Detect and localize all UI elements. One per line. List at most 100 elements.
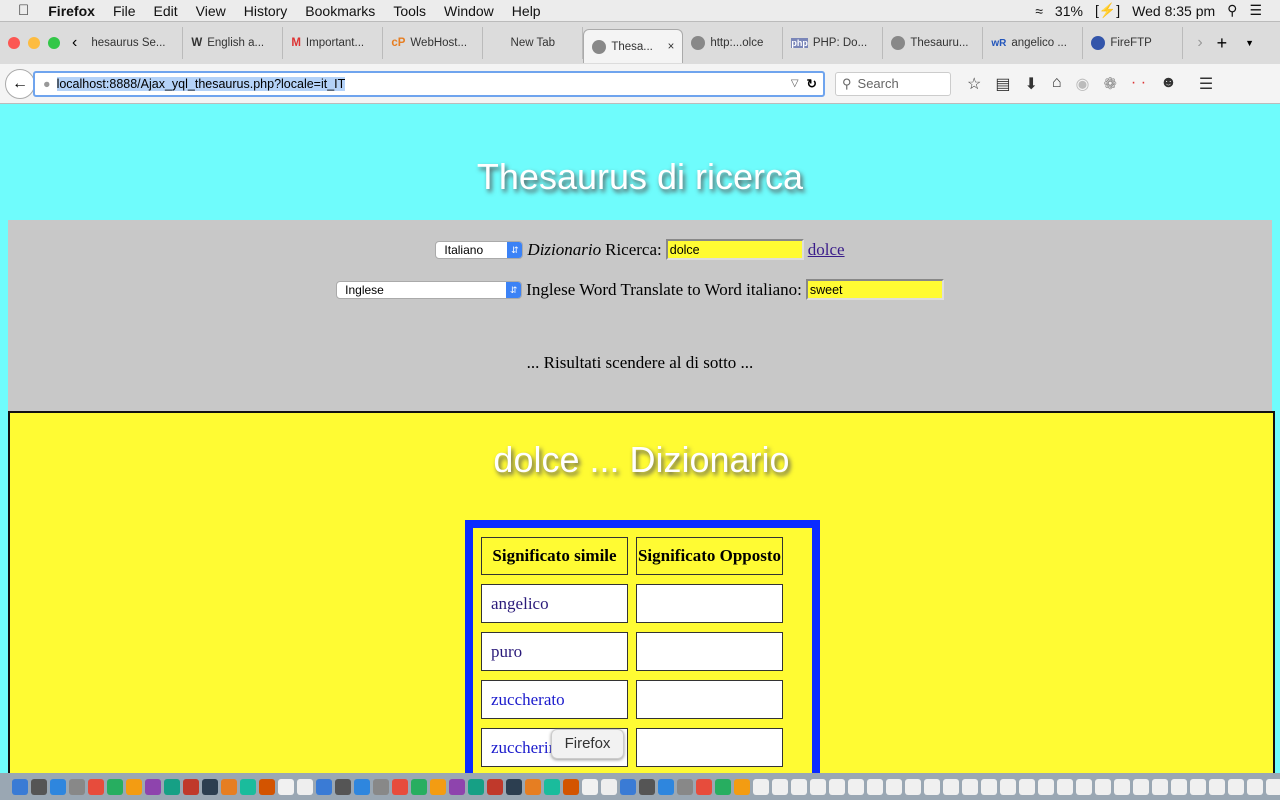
dock-app-icon[interactable] <box>31 778 47 795</box>
dock-app-icon[interactable] <box>829 778 845 795</box>
menu-file[interactable]: File <box>113 3 136 19</box>
menu-bookmarks[interactable]: Bookmarks <box>305 3 375 19</box>
wifi-icon[interactable]: ≈ <box>1035 3 1043 19</box>
dock-app-icon[interactable] <box>1114 778 1130 795</box>
bookmark-star-icon[interactable]: ☆ <box>967 74 981 94</box>
dock-app-icon[interactable] <box>848 778 864 795</box>
similar-cell[interactable]: angelico <box>481 584 628 623</box>
tab[interactable]: http:...olce <box>683 27 784 59</box>
dock-app-icon[interactable] <box>544 778 560 795</box>
dock-app-icon[interactable] <box>753 778 769 795</box>
dock-app-icon[interactable] <box>962 778 978 795</box>
dock-app-icon[interactable] <box>601 778 617 795</box>
url-dropdown-icon[interactable]: ▽ <box>791 78 799 89</box>
dock-app-icon[interactable] <box>620 778 636 795</box>
reload-icon[interactable]: ↻ <box>807 76 817 91</box>
dock-app-icon[interactable] <box>297 778 313 795</box>
dock-app-icon[interactable] <box>107 778 123 795</box>
dock-app-icon[interactable] <box>1038 778 1054 795</box>
dock-app-icon[interactable] <box>50 778 66 795</box>
dock-app-icon[interactable] <box>487 778 503 795</box>
spotlight-icon[interactable]: ⚲ <box>1227 2 1237 19</box>
tab[interactable]: Thesauru... <box>883 27 984 59</box>
dock-app-icon[interactable] <box>886 778 902 795</box>
dock-app-icon[interactable] <box>1000 778 1016 795</box>
dock-app-icon[interactable] <box>1133 778 1149 795</box>
dock-app-icon[interactable] <box>126 778 142 795</box>
dock-app-icon[interactable] <box>12 778 28 795</box>
minimize-window-button[interactable] <box>28 37 40 49</box>
dock-app-icon[interactable] <box>202 778 218 795</box>
back-button[interactable]: ← <box>5 68 35 99</box>
dock-app-icon[interactable] <box>430 778 446 795</box>
addon-icon[interactable]: ◉ <box>1076 74 1090 94</box>
dock-app-icon[interactable] <box>582 778 598 795</box>
tab[interactable]: FireFTP <box>1083 27 1184 59</box>
dock-app-icon[interactable] <box>867 778 883 795</box>
smiley-icon[interactable]: ☻ <box>1160 74 1177 94</box>
close-window-button[interactable] <box>8 37 20 49</box>
clock[interactable]: Wed 8:35 pm <box>1132 3 1215 19</box>
dock-app-icon[interactable] <box>221 778 237 795</box>
dock-app-icon[interactable] <box>905 778 921 795</box>
tab-list-dropdown-icon[interactable]: ▼ <box>1245 38 1254 48</box>
reading-list-icon[interactable]: ▤ <box>995 74 1010 94</box>
dock-app-icon[interactable] <box>677 778 693 795</box>
dock-app-icon[interactable] <box>1209 778 1225 795</box>
dock-app-icon[interactable] <box>392 778 408 795</box>
dock-app-icon[interactable] <box>449 778 465 795</box>
tabs-scroll-right-icon[interactable]: › <box>1197 34 1202 52</box>
new-tab-button[interactable]: + <box>1217 33 1228 54</box>
tab[interactable]: M Important... <box>283 27 384 59</box>
dock-app-icon[interactable] <box>183 778 199 795</box>
dock-app-icon[interactable] <box>69 778 85 795</box>
dock-app-icon[interactable] <box>354 778 370 795</box>
dock-app-icon[interactable] <box>1095 778 1111 795</box>
apple-icon[interactable]:  <box>18 2 29 19</box>
hamburger-menu-icon[interactable]: ☰ <box>1199 74 1213 94</box>
addon-dots-icon[interactable]: · · <box>1131 74 1146 94</box>
dock-app-icon[interactable] <box>316 778 332 795</box>
dock-app-icon[interactable] <box>1057 778 1073 795</box>
dock-app-icon[interactable] <box>810 778 826 795</box>
tab[interactable]: cP WebHost... <box>383 27 484 59</box>
url-bar[interactable]: ● localhost:8888/Ajax_yql_thesaurus.php?… <box>33 70 825 97</box>
dock-app-icon[interactable] <box>791 778 807 795</box>
dock-app-icon[interactable] <box>715 778 731 795</box>
tab[interactable]: wR angelico ... <box>983 27 1084 59</box>
dock-app-icon[interactable] <box>924 778 940 795</box>
translate-language-select[interactable]: Inglese ⇵ <box>336 280 523 299</box>
notification-center-icon[interactable]: ☰ <box>1249 2 1262 19</box>
dock-app-icon[interactable] <box>1019 778 1035 795</box>
dock-app-icon[interactable] <box>240 778 256 795</box>
dock-app-icon[interactable] <box>411 778 427 795</box>
tab[interactable]: New Tab <box>483 27 584 59</box>
dock-app-icon[interactable] <box>1228 778 1244 795</box>
battery-percent[interactable]: 31% <box>1055 3 1083 19</box>
dictionary-language-select[interactable]: Italiano ⇵ <box>435 240 524 259</box>
menu-edit[interactable]: Edit <box>154 3 178 19</box>
dock-app-icon[interactable] <box>278 778 294 795</box>
tabs-scroll-left-icon[interactable]: ‹ <box>72 34 77 52</box>
dock-app-icon[interactable] <box>506 778 522 795</box>
translate-word-input[interactable]: sweet <box>805 279 944 300</box>
download-icon[interactable]: ⬇ <box>1024 74 1037 94</box>
menu-view[interactable]: View <box>196 3 226 19</box>
dock-app-icon[interactable] <box>1076 778 1092 795</box>
close-tab-icon[interactable]: × <box>668 41 675 53</box>
dock-app-icon[interactable] <box>1266 778 1280 795</box>
menu-tools[interactable]: Tools <box>393 3 426 19</box>
search-word-link[interactable]: dolce <box>808 240 845 260</box>
dock-app-icon[interactable] <box>1152 778 1168 795</box>
dock-app-icon[interactable] <box>1171 778 1187 795</box>
dock-app-icon[interactable] <box>373 778 389 795</box>
dock-app-icon[interactable] <box>88 778 104 795</box>
search-input[interactable]: ⚲ Search <box>835 71 951 96</box>
menu-help[interactable]: Help <box>512 3 541 19</box>
dock-app-icon[interactable] <box>259 778 275 795</box>
tab[interactable]: php PHP: Do... <box>783 27 884 59</box>
dock-app-icon[interactable] <box>1190 778 1206 795</box>
dock-app-icon[interactable] <box>468 778 484 795</box>
dock-app-icon[interactable] <box>696 778 712 795</box>
dock-app-icon[interactable] <box>563 778 579 795</box>
